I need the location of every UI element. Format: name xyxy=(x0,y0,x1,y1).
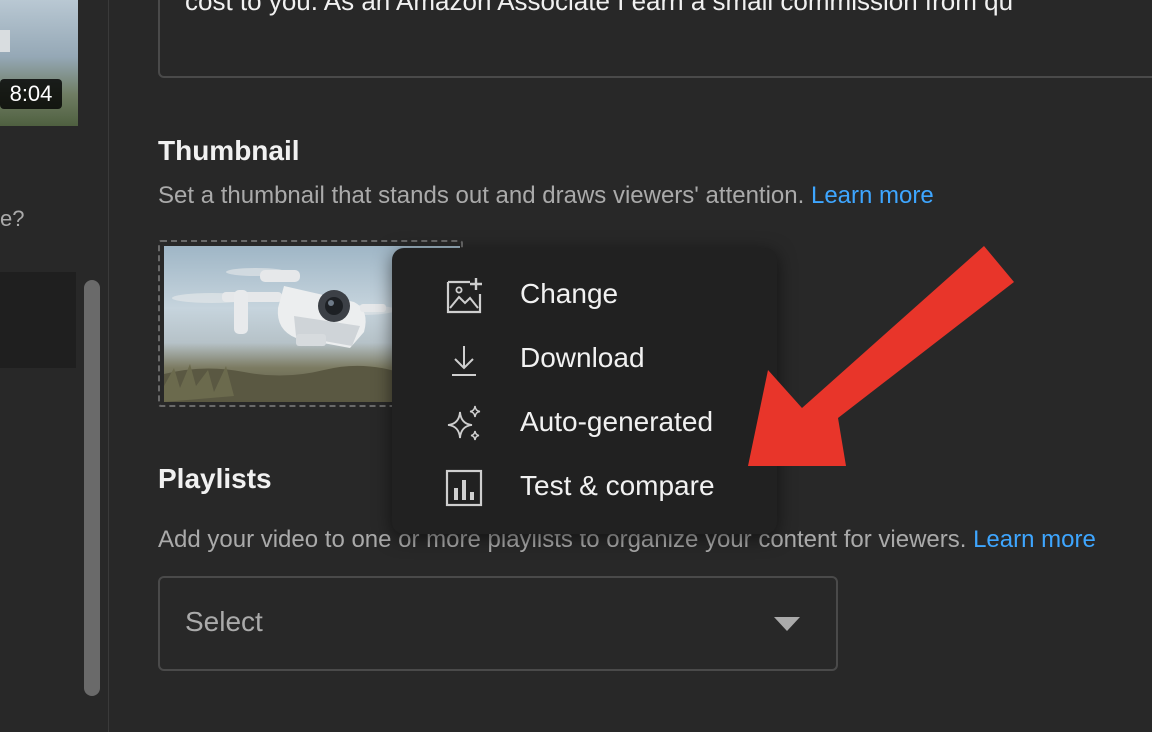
description-text: cost to you. As an Amazon Associate I ea… xyxy=(185,0,1014,16)
thumbnail-learn-more-link[interactable]: Learn more xyxy=(811,182,934,209)
thumbnail-heading: Thumbnail xyxy=(158,135,300,166)
drone-fragment xyxy=(0,30,10,52)
menu-item-label: Test & compare xyxy=(520,470,715,501)
playlists-learn-more-link[interactable]: Learn more xyxy=(973,526,1096,553)
sidebar-partial-text: e? xyxy=(0,206,25,231)
menu-item-label: Auto-generated xyxy=(520,406,714,437)
red-arrow-annotation xyxy=(748,246,1014,466)
playlist-select[interactable]: Select xyxy=(158,576,838,671)
bar-chart-icon xyxy=(445,469,483,507)
description-textarea[interactable]: cost to you. As an Amazon Associate I ea… xyxy=(158,0,1152,78)
video-duration-badge: 8:04 xyxy=(0,79,62,109)
sparkle-icon xyxy=(447,405,481,441)
thumbnail-description: Set a thumbnail that stands out and draw… xyxy=(158,182,934,210)
download-icon xyxy=(452,346,476,376)
page: 8:04 e? cost to you. As an Amazon Associ… xyxy=(0,0,1152,732)
playlists-heading: Playlists xyxy=(158,463,272,494)
menu-item-change[interactable]: Change xyxy=(392,262,777,326)
menu-item-label: Change xyxy=(520,278,619,309)
video-preview-thumbnail[interactable]: 8:04 xyxy=(0,0,78,126)
menu-item-download[interactable]: Download xyxy=(392,326,777,390)
menu-item-test-compare[interactable]: Test & compare xyxy=(392,454,777,518)
caret-down-icon xyxy=(774,617,800,631)
thumbnail-options-menu: Change Download Auto-generated Test & co… xyxy=(392,248,777,534)
menu-item-label: Download xyxy=(520,342,645,373)
thumbnail-subtitle: Set a thumbnail that stands out and draw… xyxy=(158,182,805,209)
playlist-select-value: Select xyxy=(185,606,263,637)
sidebar-scrollbar[interactable] xyxy=(84,280,100,696)
left-sidebar: 8:04 e? xyxy=(0,0,109,732)
sidebar-selected-item[interactable] xyxy=(0,272,76,368)
add-image-icon xyxy=(446,278,482,314)
menu-item-auto-generated[interactable]: Auto-generated xyxy=(392,390,777,454)
